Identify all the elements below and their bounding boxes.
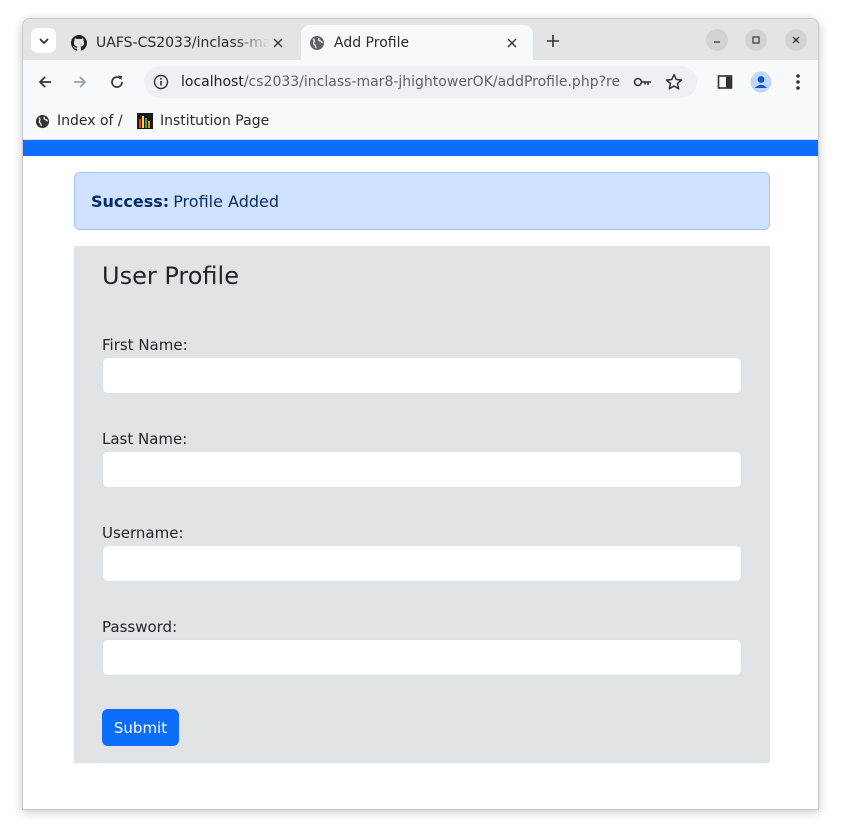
maximize-icon	[752, 36, 760, 44]
minimize-button[interactable]	[706, 29, 728, 51]
url-host: localhost	[181, 74, 244, 90]
profile-form-card: User Profile First Name: Last Name: User…	[74, 246, 770, 763]
tab-github[interactable]: UAFS-CS2033/inclass-ma	[63, 25, 299, 60]
first-name-input[interactable]	[102, 357, 742, 394]
bookmark-label: Institution Page	[160, 113, 270, 129]
globe-icon	[310, 35, 324, 50]
globe-icon	[35, 114, 50, 128]
browser-window: UAFS-CS2033/inclass-ma Add Profile local…	[22, 18, 819, 810]
submit-button[interactable]: Submit	[102, 709, 179, 746]
bookmark-label: Index of /	[57, 113, 123, 129]
password-input[interactable]	[102, 639, 742, 676]
close-window-button[interactable]	[785, 29, 807, 51]
url-text: localhost/cs2033/inclass-mar8-jhightower…	[181, 74, 621, 90]
form-title: User Profile	[102, 262, 239, 290]
minimize-icon	[714, 41, 720, 43]
plus-icon	[547, 35, 559, 47]
close-tab-button[interactable]	[269, 34, 287, 52]
github-icon	[71, 34, 87, 51]
side-panel-button[interactable]	[714, 71, 736, 93]
info-icon[interactable]	[153, 74, 169, 90]
tab-title: UAFS-CS2033/inclass-ma	[96, 34, 269, 51]
back-button[interactable]	[34, 71, 56, 93]
star-icon[interactable]	[665, 73, 683, 91]
last-name-label: Last Name:	[102, 430, 188, 448]
last-name-input[interactable]	[102, 451, 742, 488]
username-label: Username:	[102, 524, 184, 542]
maximize-button[interactable]	[745, 29, 767, 51]
new-tab-button[interactable]	[542, 30, 564, 52]
side-panel-icon	[717, 75, 733, 89]
url-path: /cs2033/inclass-mar8-jhightowerOK/addPro…	[243, 74, 621, 90]
tab-search-button[interactable]	[31, 28, 56, 53]
forward-button[interactable]	[69, 71, 91, 93]
bookmarks-bar: Index of / Institution Page	[23, 104, 818, 140]
top-navbar	[23, 140, 818, 156]
profile-icon	[750, 71, 772, 93]
success-alert: Success: Profile Added	[74, 172, 770, 230]
key-icon[interactable]	[633, 73, 653, 91]
close-icon	[792, 36, 800, 44]
reload-icon	[111, 75, 123, 88]
browser-menu-button[interactable]	[787, 71, 809, 93]
address-bar[interactable]: localhost/cs2033/inclass-mar8-jhightower…	[144, 66, 697, 98]
first-name-label: First Name:	[102, 336, 188, 354]
alert-strong: Success:	[91, 191, 170, 211]
forward-icon	[74, 76, 87, 88]
tab-title: Add Profile	[334, 34, 410, 51]
back-icon	[38, 76, 51, 88]
reload-button[interactable]	[106, 71, 128, 93]
close-tab-button[interactable]	[503, 34, 521, 52]
menu-icon	[796, 74, 800, 90]
tab-strip: UAFS-CS2033/inclass-ma Add Profile	[23, 19, 818, 60]
username-input[interactable]	[102, 545, 742, 582]
alert-message: Profile Added	[173, 191, 279, 211]
close-icon	[507, 38, 517, 47]
close-icon	[273, 38, 283, 47]
profile-button[interactable]	[750, 71, 772, 93]
browser-toolbar: localhost/cs2033/inclass-mar8-jhightower…	[23, 60, 818, 104]
chevron-down-icon	[38, 37, 49, 44]
bookmark-index-of[interactable]: Index of /	[35, 113, 123, 129]
bookmark-institution-page[interactable]: Institution Page	[137, 113, 269, 129]
tab-add-profile[interactable]: Add Profile	[301, 25, 533, 60]
bar-chart-icon	[137, 113, 153, 129]
page-content: Success: Profile Added User Profile Firs…	[23, 140, 818, 809]
password-label: Password:	[102, 618, 178, 636]
